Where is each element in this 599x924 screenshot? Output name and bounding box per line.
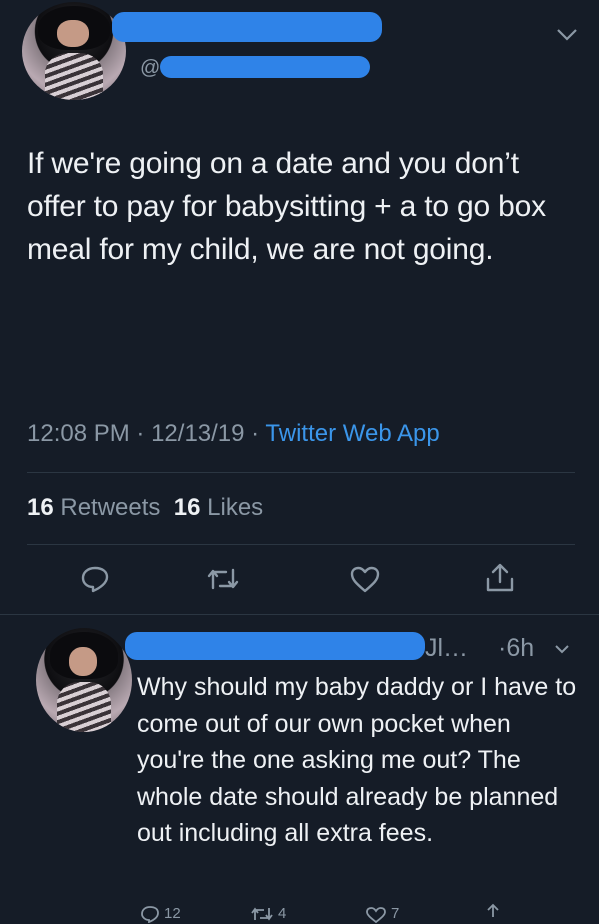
reply-share-icon[interactable]	[483, 903, 503, 921]
divider-bottom	[27, 544, 575, 545]
reply-name-tail[interactable]: Jl…	[425, 634, 468, 663]
tweet-stats: 16 Retweets 16 Likes	[27, 494, 263, 522]
reply-chevron-down-icon[interactable]	[554, 644, 570, 655]
tweet-time: 12:08 PM	[27, 420, 130, 447]
author-avatar[interactable]	[22, 2, 126, 100]
reply-icon[interactable]	[80, 565, 110, 593]
reply-action-bar: 12 4 7	[140, 903, 580, 924]
chevron-down-icon[interactable]	[556, 28, 578, 42]
reply-author-avatar[interactable]	[36, 628, 132, 732]
redacted-display-name	[112, 12, 382, 42]
reply-retweet-icon[interactable]	[250, 906, 274, 922]
reply-reply-count: 12	[164, 905, 181, 922]
author-handle[interactable]: @	[140, 57, 160, 80]
redacted-handle	[160, 56, 370, 78]
retweets-stat[interactable]: 16 Retweets	[27, 494, 160, 521]
reply-reply-icon[interactable]	[140, 905, 160, 923]
like-icon[interactable]	[349, 565, 381, 593]
share-icon[interactable]	[485, 562, 515, 594]
retweet-icon[interactable]	[206, 566, 240, 592]
reply-like-icon[interactable]	[365, 906, 387, 924]
divider-top	[27, 472, 575, 473]
redacted-reply-name	[125, 632, 425, 660]
tweet-source-link[interactable]: Twitter Web App	[265, 420, 439, 447]
reply-time: ·6h	[498, 634, 535, 662]
tweet-text: If we're going on a date and you don’t o…	[27, 147, 546, 266]
reply-text: Why should my baby daddy or I have to co…	[137, 673, 577, 847]
likes-stat[interactable]: 16 Likes	[174, 494, 263, 521]
divider-reply	[0, 614, 599, 615]
tweet-date: 12/13/19	[151, 420, 245, 447]
tweet-meta: 12:08 PM · 12/13/19 · Twitter Web App	[27, 420, 440, 447]
reply-like-count: 7	[391, 905, 400, 922]
reply-retweet-count: 4	[278, 905, 287, 922]
